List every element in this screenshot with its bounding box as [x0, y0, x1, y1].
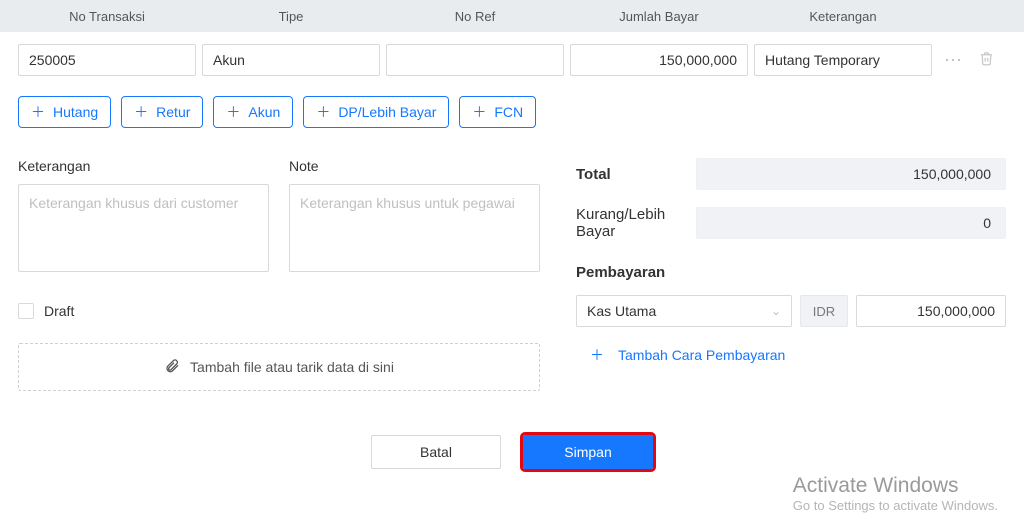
keterangan-label: Keterangan [18, 158, 269, 174]
paperclip-icon [164, 358, 180, 377]
no-transaksi-input[interactable]: 250005 [18, 44, 196, 76]
th-keterangan: Keterangan [754, 9, 932, 24]
payment-account-value: Kas Utama [587, 303, 656, 319]
total-label: Total [576, 166, 696, 183]
keterangan-row-input[interactable]: Hutang Temporary [754, 44, 932, 76]
no-ref-input[interactable] [386, 44, 564, 76]
payment-account-select[interactable]: Kas Utama ⌄ [576, 295, 792, 327]
tipe-input[interactable]: Akun [202, 44, 380, 76]
table-header: No Transaksi Tipe No Ref Jumlah Bayar Ke… [0, 0, 1024, 32]
file-dropzone[interactable]: Tambah file atau tarik data di sini [18, 343, 540, 391]
windows-activation-watermark: Activate Windows Go to Settings to activ… [793, 474, 998, 513]
save-button[interactable]: Simpan [523, 435, 653, 469]
add-fcn-button[interactable]: ＋FCN [459, 96, 536, 128]
add-payment-method-link[interactable]: ＋ Tambah Cara Pembayaran [590, 345, 1006, 365]
plus-icon: ＋ [316, 105, 330, 119]
draft-label: Draft [44, 303, 74, 319]
plus-icon: ＋ [31, 105, 45, 119]
plus-icon: ＋ [472, 105, 486, 119]
payment-amount-input[interactable]: 150,000,000 [856, 295, 1006, 327]
note-textarea[interactable] [289, 184, 540, 272]
th-tipe: Tipe [202, 9, 380, 24]
pembayaran-label: Pembayaran [576, 264, 1006, 281]
add-retur-button[interactable]: ＋Retur [121, 96, 203, 128]
th-no-ref: No Ref [386, 9, 564, 24]
footer-actions: Batal Simpan [18, 435, 1006, 469]
add-akun-button[interactable]: ＋Akun [213, 96, 293, 128]
delete-icon[interactable] [979, 51, 994, 69]
kurang-lebih-label: Kurang/Lebih Bayar [576, 206, 696, 240]
cancel-button[interactable]: Batal [371, 435, 501, 469]
note-label: Note [289, 158, 540, 174]
jumlah-bayar-input[interactable]: 150,000,000 [570, 44, 748, 76]
keterangan-textarea[interactable] [18, 184, 269, 272]
add-buttons-row: ＋Hutang ＋Retur ＋Akun ＋DP/Lebih Bayar ＋FC… [18, 96, 1006, 128]
table-row: 250005 Akun 150,000,000 Hutang Temporary… [18, 32, 1006, 88]
dropzone-text: Tambah file atau tarik data di sini [190, 359, 394, 375]
kurang-lebih-value: 0 [696, 207, 1006, 239]
chevron-down-icon: ⌄ [771, 304, 781, 318]
plus-icon: ＋ [226, 105, 240, 119]
draft-checkbox[interactable] [18, 303, 34, 319]
currency-label: IDR [800, 295, 848, 327]
add-dp-button[interactable]: ＋DP/Lebih Bayar [303, 96, 449, 128]
th-jumlah-bayar: Jumlah Bayar [570, 9, 748, 24]
add-hutang-button[interactable]: ＋Hutang [18, 96, 111, 128]
more-actions-icon[interactable]: ⋯ [944, 50, 961, 71]
total-value: 150,000,000 [696, 158, 1006, 190]
th-no-transaksi: No Transaksi [18, 9, 196, 24]
plus-icon: ＋ [134, 105, 148, 119]
plus-icon: ＋ [590, 345, 604, 365]
